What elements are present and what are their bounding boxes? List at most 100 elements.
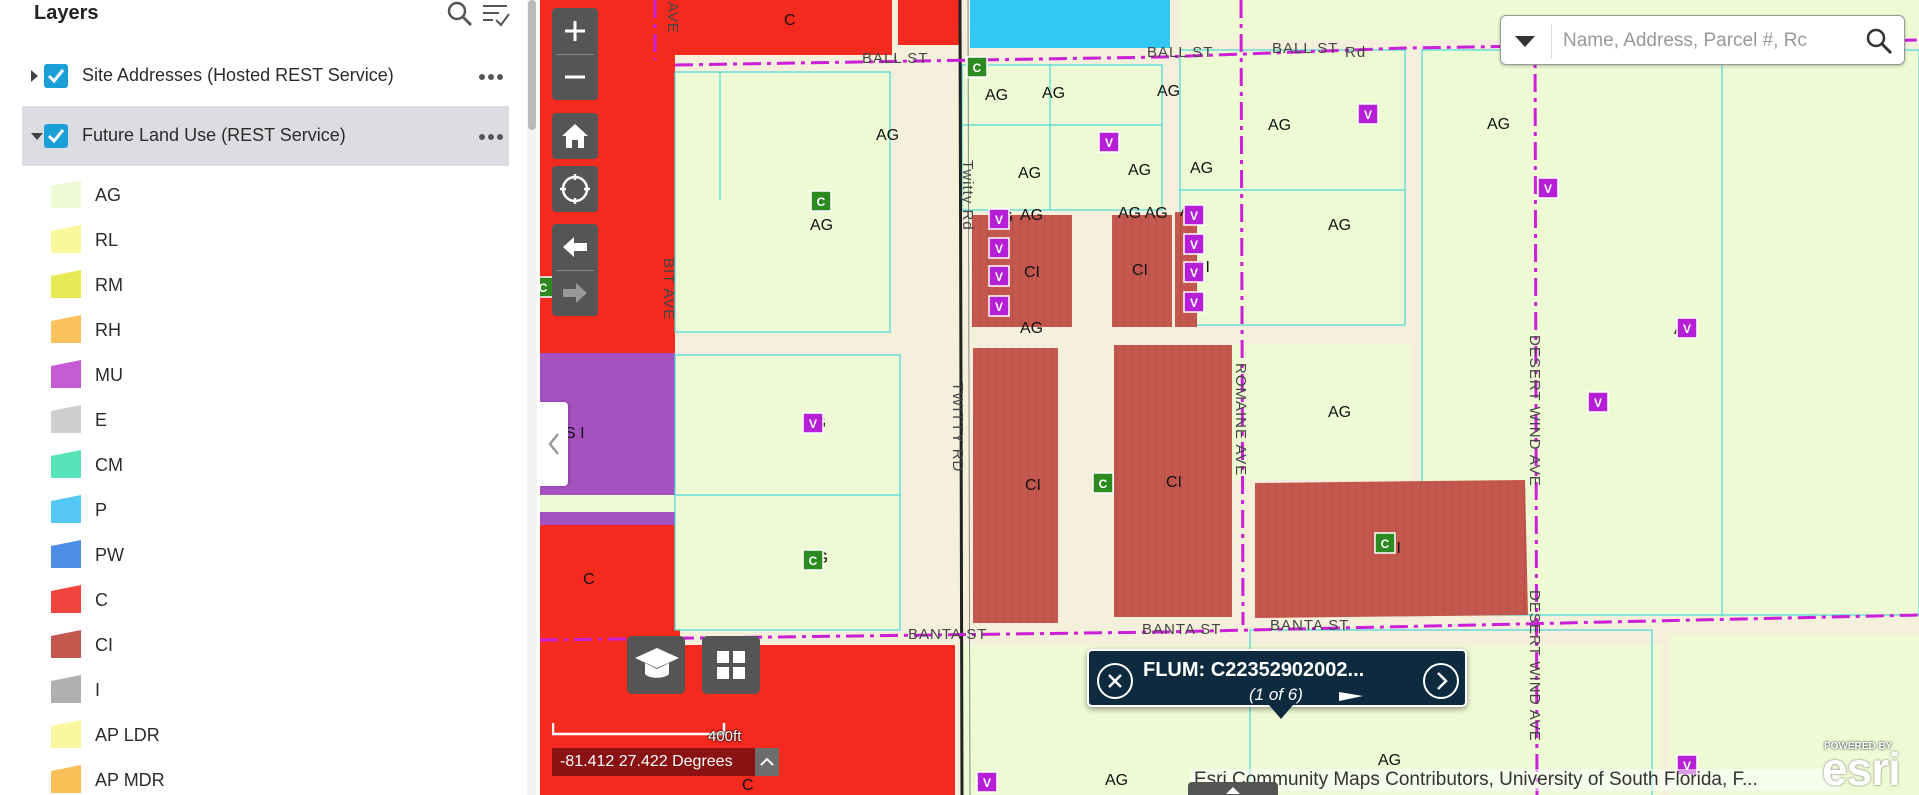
marker-v[interactable]: V	[1183, 291, 1205, 313]
layer-checkbox[interactable]	[44, 124, 68, 148]
scale-bar	[552, 723, 726, 736]
layer-label: Site Addresses (Hosted REST Service)	[82, 65, 394, 85]
zone-label: AG	[1487, 116, 1510, 133]
marker-v[interactable]: V	[802, 412, 824, 434]
marker-v[interactable]: V	[988, 208, 1010, 230]
coordinate-toggle-button[interactable]	[755, 748, 779, 776]
zone-label: CI	[1025, 477, 1041, 494]
zone-label: AG	[810, 217, 833, 234]
legend-swatch	[51, 675, 81, 703]
legend-toggle-button[interactable]	[627, 636, 685, 694]
parcel-ag[interactable]	[1180, 50, 1405, 325]
marker-v[interactable]: V	[988, 265, 1010, 287]
marker-v[interactable]: V	[1183, 204, 1205, 226]
scrollbar-thumb[interactable]	[528, 0, 536, 130]
home-button[interactable]	[552, 113, 598, 159]
next-extent-button[interactable]	[552, 270, 598, 316]
search-input[interactable]	[1563, 24, 1853, 58]
collapse-caret-icon[interactable]	[30, 129, 43, 143]
legend-swatch	[51, 495, 81, 523]
marker-v[interactable]: V	[1537, 177, 1559, 199]
marker-c[interactable]: C	[1374, 532, 1396, 554]
basemap-gallery-button[interactable]	[702, 636, 760, 694]
next-icon[interactable]	[1423, 663, 1459, 699]
more-options-icon[interactable]	[477, 124, 505, 148]
svg-text:V: V	[1190, 209, 1198, 223]
legend-swatch	[51, 270, 81, 298]
layer-row-site-addresses[interactable]: Site Addresses (Hosted REST Service)	[22, 46, 509, 106]
legend-item: AG	[50, 177, 470, 213]
road-label-desert-wind-ave: DESERT WIND AVE	[1526, 590, 1543, 742]
legend-label: RM	[95, 275, 123, 295]
legend-item: RM	[50, 267, 470, 303]
legend-swatch	[51, 315, 81, 343]
legend-label: E	[95, 410, 108, 430]
marker-c[interactable]: C	[802, 549, 824, 571]
marker-c[interactable]: C	[966, 56, 988, 78]
parcel-ci[interactable]	[972, 215, 1072, 327]
zone-label: AG	[1020, 320, 1043, 337]
svg-text:V: V	[983, 776, 991, 790]
legend-label: C	[95, 590, 108, 610]
marker-v[interactable]: V	[1098, 131, 1120, 153]
search-icon[interactable]	[446, 0, 474, 28]
marker-v[interactable]: V	[1587, 391, 1609, 413]
road-label-banta-st: BANTA ST	[908, 626, 987, 643]
zone-label: C	[583, 571, 595, 588]
zone-label: AG	[1157, 83, 1180, 100]
locate-button[interactable]	[552, 166, 598, 212]
parcel-ci[interactable]	[973, 348, 1058, 623]
marker-v[interactable]: V	[988, 237, 1010, 259]
legend-item: MU	[50, 357, 470, 393]
zone-label: AG	[1105, 772, 1128, 789]
zoom-in-button[interactable]	[552, 8, 598, 54]
parcel-c[interactable]	[898, 0, 960, 45]
zone-label: C	[742, 777, 754, 794]
legend-item: AP MDR	[50, 762, 470, 795]
more-options-icon[interactable]	[477, 64, 505, 88]
legend-label: I	[95, 680, 101, 700]
zone-label: AG	[1268, 117, 1291, 134]
close-icon[interactable]	[1097, 663, 1133, 699]
svg-text:V: V	[995, 300, 1003, 314]
legend-swatch	[51, 630, 81, 658]
zoom-control	[552, 8, 598, 100]
search-icon[interactable]	[1864, 26, 1894, 56]
marker-v[interactable]: V	[1183, 233, 1205, 255]
marker-v[interactable]: V	[1357, 103, 1379, 125]
road-label-desert-wind-ave: DESERT WIND AVE	[1526, 335, 1543, 487]
collapse-panel-button[interactable]	[540, 402, 568, 486]
previous-extent-button[interactable]	[552, 224, 598, 270]
expand-caret-icon[interactable]	[30, 69, 40, 83]
map-view[interactable]: BALL ST BALL ST BALL ST Rd BANTA ST BANT…	[540, 0, 1919, 795]
legend-item: RL	[50, 222, 470, 258]
chevron-down-icon[interactable]	[1511, 28, 1539, 52]
svg-text:V: V	[995, 213, 1003, 227]
legend-item: RH	[50, 312, 470, 348]
svg-text:C: C	[809, 554, 818, 568]
legend-swatch	[51, 585, 81, 613]
legend-label: CM	[95, 455, 123, 475]
home-icon	[552, 113, 598, 159]
marker-v[interactable]: V	[1676, 317, 1698, 339]
esri-powered-by: POWERED BY	[1824, 741, 1893, 752]
marker-c[interactable]: C	[1092, 472, 1114, 494]
parcel-ag[interactable]	[675, 72, 890, 332]
parcel-c[interactable]	[540, 525, 680, 645]
search-widget	[1500, 15, 1905, 65]
zone-label: AG	[1042, 85, 1065, 102]
marker-v[interactable]: V	[976, 771, 998, 793]
grid-icon	[717, 651, 745, 679]
marker-c[interactable]: C	[810, 190, 832, 212]
marker-v[interactable]: V	[1183, 261, 1205, 283]
layer-checkbox[interactable]	[44, 64, 68, 88]
parcel-ag[interactable]	[675, 355, 900, 630]
attribution-toggle[interactable]	[1188, 782, 1278, 795]
layer-row-future-land-use[interactable]: Future Land Use (REST Service)	[22, 106, 509, 166]
play-icon[interactable]	[1337, 688, 1365, 704]
svg-text:V: V	[1190, 266, 1198, 280]
zoom-out-button[interactable]	[552, 54, 598, 100]
marker-v[interactable]: V	[988, 295, 1010, 317]
legend-item: I	[50, 672, 470, 708]
filter-icon[interactable]	[481, 0, 511, 28]
